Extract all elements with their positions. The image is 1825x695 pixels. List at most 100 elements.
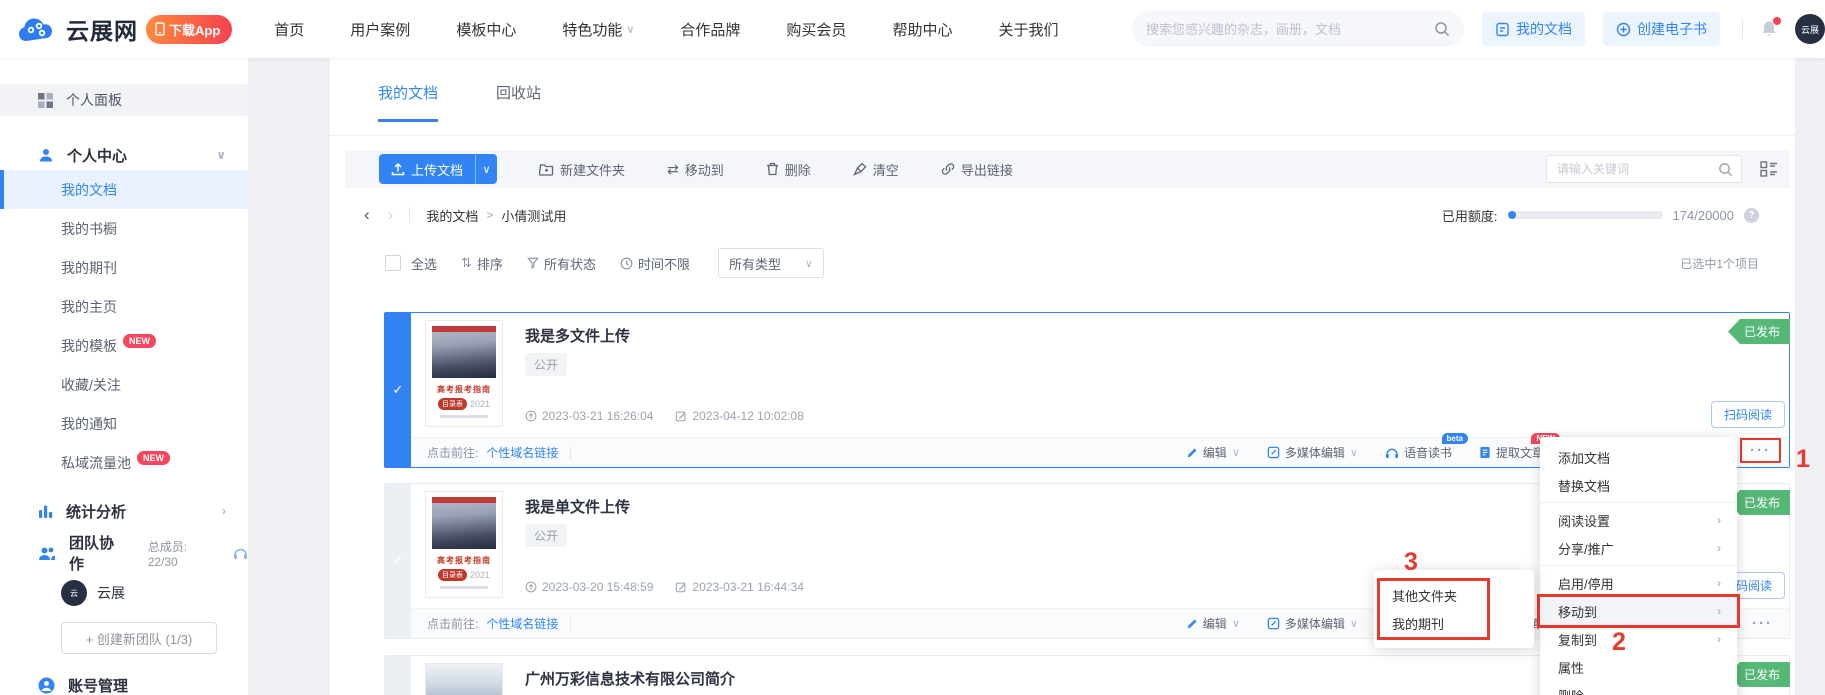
submenu-item-my-journals[interactable]: 我的期刊 xyxy=(1380,609,1487,637)
type-filter-select[interactable]: 所有类型∨ xyxy=(718,248,824,278)
extract-doc-icon xyxy=(1479,446,1491,459)
nav-features[interactable]: 特色功能∨ xyxy=(562,19,634,40)
new-folder-button[interactable]: 新建文件夹 xyxy=(539,160,625,179)
my-documents-button[interactable]: 我的文档 xyxy=(1482,12,1585,46)
sidebar-item-my-templates[interactable]: 我的模板NEW xyxy=(0,326,248,365)
clear-button[interactable]: 清空 xyxy=(853,160,899,179)
edit-action[interactable]: 编辑∨ xyxy=(1186,444,1240,461)
download-app-badge[interactable]: 下载App xyxy=(146,15,232,44)
headset-icon xyxy=(1385,447,1399,459)
back-arrow[interactable]: ‹ xyxy=(364,205,370,225)
upload-document-button[interactable]: 上传文档 ∨ xyxy=(379,154,497,184)
team-item-yunzhan[interactable]: 云 云展 xyxy=(0,576,248,610)
nav-help[interactable]: 帮助中心 xyxy=(892,19,952,40)
user-avatar[interactable]: 云展 xyxy=(1795,14,1825,44)
sidebar-section-statistics[interactable]: 统计分析 › xyxy=(0,496,248,526)
breadcrumb-current[interactable]: 小倩测试用 xyxy=(501,206,566,225)
menu-item-replace-document[interactable]: 替换文档 xyxy=(1540,471,1737,499)
selection-count: 已选中1个项目 xyxy=(1680,255,1759,272)
document-thumbnail[interactable] xyxy=(425,663,503,695)
voice-reading-action[interactable]: beta语音读书 xyxy=(1385,444,1452,461)
move-to-button[interactable]: ⇄ 移动到 xyxy=(667,160,724,179)
tab-my-documents[interactable]: 我的文档 xyxy=(378,82,438,122)
create-ebook-button[interactable]: 创建电子书 xyxy=(1603,12,1720,46)
document-title[interactable]: 我是单文件上传 xyxy=(525,496,630,517)
nav-templates[interactable]: 模板中心 xyxy=(456,19,516,40)
status-filter[interactable]: 所有状态 xyxy=(527,254,596,273)
help-icon[interactable]: ? xyxy=(1744,208,1759,223)
status-ribbon: 已发布 xyxy=(1728,490,1790,515)
annotation-2: 2 xyxy=(1612,628,1626,657)
sidebar-item-private-traffic[interactable]: 私域流量池NEW xyxy=(0,443,248,482)
selection-checkbox[interactable]: ✓ xyxy=(385,484,411,638)
media-edit-action[interactable]: 多媒体编辑∨ xyxy=(1267,444,1358,461)
sidebar-item-dashboard[interactable]: 个人面板 xyxy=(0,84,248,116)
headset-icon[interactable] xyxy=(233,547,248,560)
create-team-button[interactable]: + 创建新团队 (1/3) xyxy=(61,622,217,654)
sidebar-section-personal-center[interactable]: 个人中心 ∨ xyxy=(0,140,248,170)
select-all-label[interactable]: 全选 xyxy=(411,254,437,273)
chevron-right-icon: › xyxy=(1717,604,1721,618)
toolbar: 上传文档 ∨ 新建文件夹 ⇄ 移动到 删除 清空 导出链接 xyxy=(345,150,1790,188)
search-icon[interactable] xyxy=(1434,21,1450,37)
custom-domain-link[interactable]: 个性域名链接 xyxy=(486,444,558,461)
sidebar-section-team[interactable]: 团队协作 总成员: 22/30 xyxy=(0,538,248,568)
selection-checkbox[interactable]: ✓ xyxy=(385,313,411,467)
document-title[interactable]: 我是多文件上传 xyxy=(525,325,630,346)
submenu-item-other-folder[interactable]: 其他文件夹 xyxy=(1380,581,1487,609)
sidebar-item-favorites[interactable]: 收藏/关注 xyxy=(0,365,248,404)
tab-recycle-bin[interactable]: 回收站 xyxy=(496,82,541,122)
sidebar-item-my-homepage[interactable]: 我的主页 xyxy=(0,287,248,326)
menu-item-enable-disable[interactable]: 启用/停用› xyxy=(1540,569,1737,597)
custom-domain-link[interactable]: 个性域名链接 xyxy=(486,615,558,632)
menu-item-share-promote[interactable]: 分享/推广› xyxy=(1540,534,1737,562)
move-to-submenu: 其他文件夹 我的期刊 xyxy=(1374,570,1534,648)
global-search-input[interactable] xyxy=(1146,22,1434,37)
menu-item-add-document[interactable]: 添加文档 xyxy=(1540,443,1737,471)
time-filter[interactable]: 时间不限 xyxy=(620,254,690,273)
sidebar-item-my-documents[interactable]: 我的文档 xyxy=(0,170,248,209)
menu-item-copy-to[interactable]: 复制到› xyxy=(1540,625,1737,653)
selection-checkbox[interactable]: ✓ xyxy=(385,656,411,695)
document-thumbnail[interactable]: 高考报考指南 目录表2021 xyxy=(425,491,503,598)
menu-item-delete[interactable]: 删除 xyxy=(1540,681,1737,695)
sidebar-item-my-bookshelf[interactable]: 我的书橱 xyxy=(0,209,248,248)
sidebar-item-my-journals[interactable]: 我的期刊 xyxy=(0,248,248,287)
breadcrumb-root[interactable]: 我的文档 xyxy=(426,206,478,225)
media-edit-action[interactable]: 多媒体编辑∨ xyxy=(1267,615,1358,632)
document-title[interactable]: 广州万彩信息技术有限公司简介 xyxy=(525,668,735,689)
goto-label: 点击前往: xyxy=(427,615,478,632)
menu-item-reading-settings[interactable]: 阅读设置› xyxy=(1540,506,1737,534)
document-thumbnail[interactable]: 高考报考指南 目录表2021 xyxy=(425,320,503,427)
edit-time-icon xyxy=(675,410,687,422)
select-all-checkbox[interactable] xyxy=(385,255,401,271)
bar-chart-icon xyxy=(38,504,53,519)
forward-arrow[interactable]: › xyxy=(388,205,394,225)
menu-item-properties[interactable]: 属性 xyxy=(1540,653,1737,681)
more-actions-button[interactable]: ··· xyxy=(1740,438,1781,463)
search-icon[interactable] xyxy=(1718,162,1733,177)
sort-control[interactable]: ⇅排序 xyxy=(461,254,503,273)
scan-to-read-button[interactable]: 扫码阅读 xyxy=(1711,401,1785,428)
keyword-search-input[interactable] xyxy=(1557,162,1718,176)
phone-icon xyxy=(155,22,165,36)
menu-item-move-to[interactable]: 移动到› xyxy=(1540,597,1737,625)
cover-photo xyxy=(432,497,496,549)
delete-button[interactable]: 删除 xyxy=(766,160,811,179)
nav-partners[interactable]: 合作品牌 xyxy=(680,19,740,40)
logo[interactable]: 云展网 下载App xyxy=(18,12,232,46)
nav-cases[interactable]: 用户案例 xyxy=(350,19,410,40)
view-toggle-icon[interactable] xyxy=(1760,161,1778,177)
notifications-bell-icon[interactable] xyxy=(1759,19,1779,39)
pencil-icon xyxy=(1186,618,1198,630)
sidebar-item-notifications[interactable]: 我的通知 xyxy=(0,404,248,443)
edit-action[interactable]: 编辑∨ xyxy=(1186,615,1240,632)
upload-dropdown-arrow[interactable]: ∨ xyxy=(475,154,497,184)
nav-membership[interactable]: 购买会员 xyxy=(786,19,846,40)
nav-about[interactable]: 关于我们 xyxy=(998,19,1058,40)
sidebar-section-account[interactable]: 账号管理 xyxy=(0,670,248,695)
export-link-button[interactable]: 导出链接 xyxy=(941,160,1013,179)
nav-home[interactable]: 首页 xyxy=(274,19,304,40)
extract-article-action[interactable]: NEW提取文章 xyxy=(1479,444,1544,461)
more-actions-button[interactable]: ··· xyxy=(1744,613,1781,634)
